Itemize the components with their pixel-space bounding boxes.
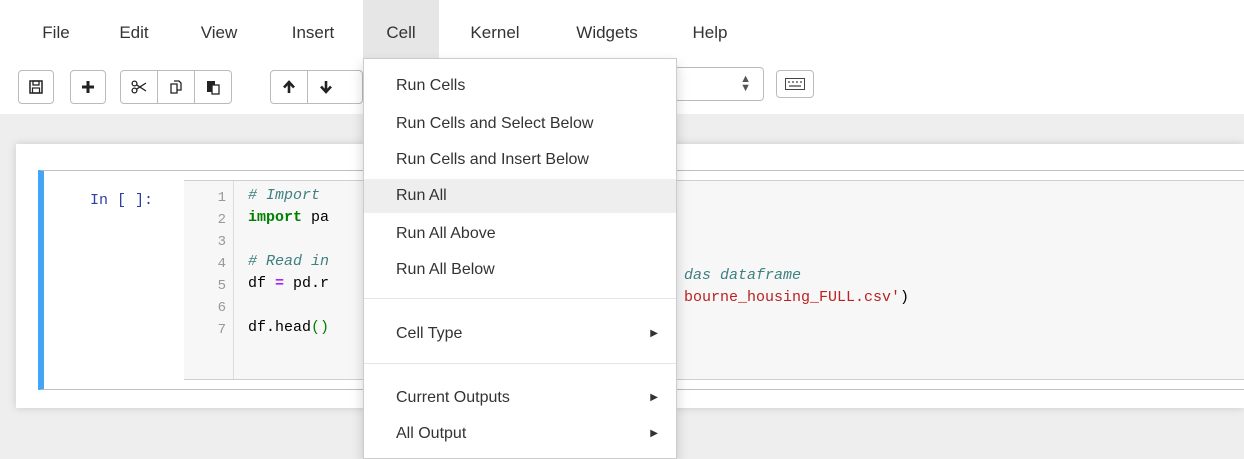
code-token: df.head bbox=[248, 319, 312, 336]
menu-item-run-all-above[interactable]: Run All Above bbox=[364, 217, 676, 251]
menu-item-run-all[interactable]: Run All bbox=[364, 179, 676, 213]
code-token: pa bbox=[302, 209, 330, 226]
menu-cell[interactable]: Cell bbox=[363, 0, 439, 64]
code-token: # Import bbox=[248, 187, 321, 204]
code-line-4-tail: das dataframe bbox=[684, 266, 801, 286]
line-number: 4 bbox=[217, 256, 226, 272]
line-number: 7 bbox=[217, 322, 226, 338]
code-line: df.head() bbox=[248, 318, 329, 338]
save-icon bbox=[29, 80, 43, 94]
menu-edit[interactable]: Edit bbox=[106, 0, 162, 64]
arrow-down-icon bbox=[320, 81, 332, 94]
keyboard-shortcuts-button[interactable] bbox=[776, 70, 814, 98]
arrow-up-icon bbox=[283, 80, 295, 93]
move-down-button[interactable] bbox=[307, 70, 363, 104]
menu-item-run-all-below[interactable]: Run All Below bbox=[364, 253, 676, 287]
paste-button[interactable] bbox=[194, 70, 232, 104]
cell-dropdown-menu: Run Cells Run Cells and Select Below Run… bbox=[363, 58, 677, 459]
menu-item-run-cells-insert-below[interactable]: Run Cells and Insert Below bbox=[364, 143, 676, 177]
code-line: # Read in bbox=[248, 252, 329, 272]
submenu-caret-icon: ▶ bbox=[650, 328, 658, 339]
keyboard-icon bbox=[785, 78, 805, 90]
code-token: () bbox=[311, 319, 330, 336]
line-number: 2 bbox=[217, 212, 226, 228]
code-token: ) bbox=[900, 289, 910, 306]
menu-view[interactable]: View bbox=[188, 0, 250, 64]
code-line-5-tail: bourne_housing_FULL.csv') bbox=[684, 288, 909, 308]
insert-cell-button[interactable] bbox=[70, 70, 106, 104]
code-token: df bbox=[248, 275, 276, 292]
save-button[interactable] bbox=[18, 70, 54, 104]
menu-item-current-outputs[interactable]: Current Outputs ▶ bbox=[364, 381, 676, 415]
menu-help[interactable]: Help bbox=[680, 0, 740, 64]
code-token: pd.r bbox=[284, 275, 330, 292]
code-token: = bbox=[275, 275, 285, 292]
menu-item-current-outputs-label: Current Outputs bbox=[396, 389, 510, 406]
code-token: bourne_housing_FULL.csv' bbox=[684, 289, 901, 306]
menu-item-cell-type-label: Cell Type bbox=[396, 325, 463, 342]
line-number: 5 bbox=[217, 278, 226, 294]
submenu-caret-icon: ▶ bbox=[650, 428, 658, 439]
menu-item-all-output[interactable]: All Output ▶ bbox=[364, 417, 676, 451]
menu-item-all-output-label: All Output bbox=[396, 425, 467, 442]
line-number: 3 bbox=[217, 234, 226, 250]
select-arrows-icon: ▲ ▼ bbox=[740, 73, 751, 94]
input-prompt: In [ ]: bbox=[90, 192, 154, 209]
menu-kernel[interactable]: Kernel bbox=[454, 0, 536, 64]
menu-insert[interactable]: Insert bbox=[275, 0, 351, 64]
menubar: File Edit View Insert Cell Kernel Widget… bbox=[0, 0, 1244, 64]
move-up-button[interactable] bbox=[270, 70, 308, 104]
code-token: import bbox=[248, 209, 303, 226]
code-token: # Read in bbox=[248, 253, 330, 270]
code-token: das dataframe bbox=[684, 267, 802, 284]
menu-widgets[interactable]: Widgets bbox=[558, 0, 656, 64]
line-number: 6 bbox=[217, 300, 226, 316]
menu-item-run-cells[interactable]: Run Cells bbox=[364, 69, 676, 103]
cut-button[interactable] bbox=[120, 70, 158, 104]
code-line: import pa bbox=[248, 208, 329, 228]
line-number: 1 bbox=[217, 190, 226, 206]
copy-icon bbox=[170, 80, 182, 94]
menu-divider bbox=[364, 298, 676, 299]
menu-divider bbox=[364, 363, 676, 364]
menu-item-cell-type[interactable]: Cell Type ▶ bbox=[364, 317, 676, 351]
code-line: # Import bbox=[248, 186, 320, 206]
cut-icon bbox=[131, 80, 147, 94]
menu-file[interactable]: File bbox=[30, 0, 82, 64]
plus-icon bbox=[82, 81, 94, 93]
submenu-caret-icon: ▶ bbox=[650, 392, 658, 403]
code-line: df = pd.r bbox=[248, 274, 329, 294]
paste-icon bbox=[207, 81, 220, 95]
menu-item-run-cells-select-below[interactable]: Run Cells and Select Below bbox=[364, 107, 676, 141]
copy-button[interactable] bbox=[157, 70, 195, 104]
